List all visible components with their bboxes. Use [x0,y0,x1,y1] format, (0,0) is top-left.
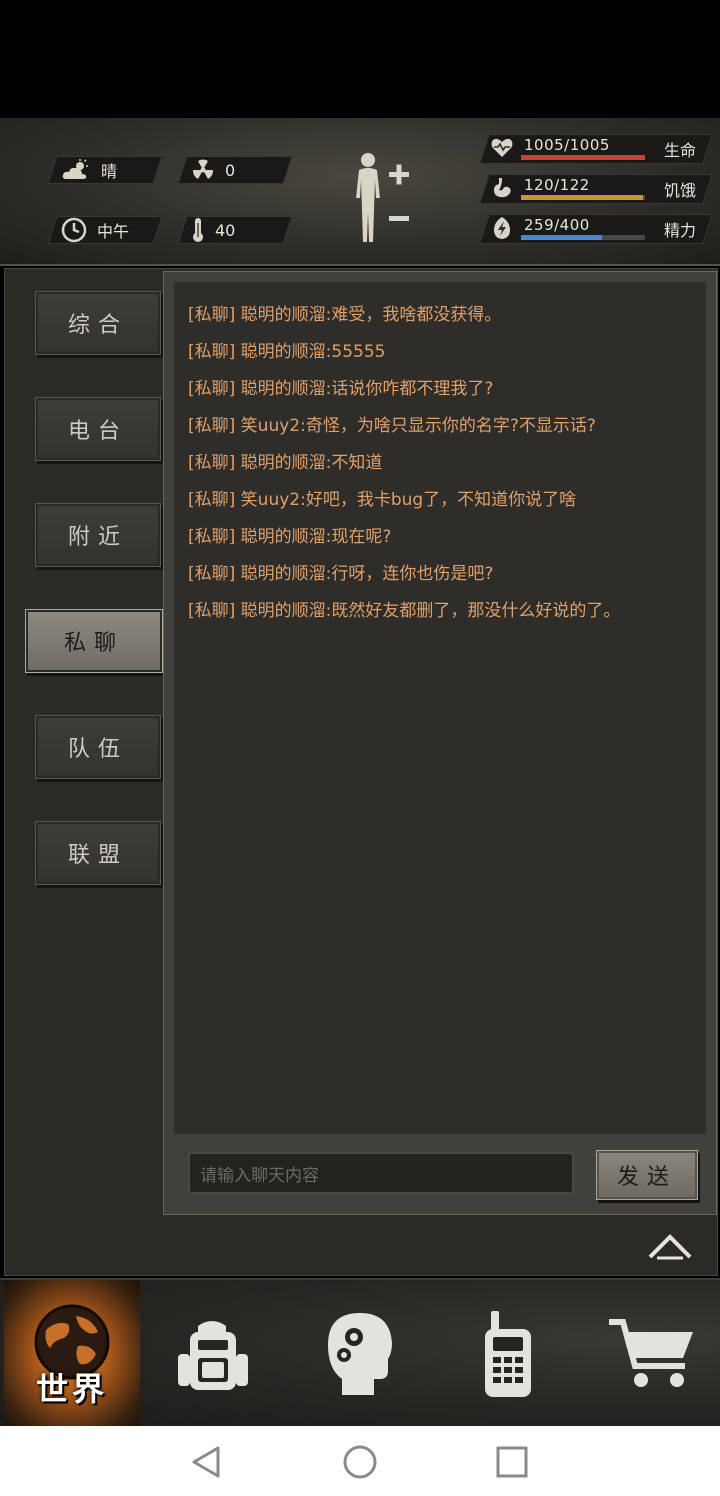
message-list[interactable]: [私聊] 聪明的顺溜:难受，我啥都没获得。 [私聊] 聪明的顺溜:55555 [… [174,282,706,1134]
tab-private[interactable]: 私聊 [25,609,163,673]
chat-message: [私聊] 笑uuy2:奇怪，为啥只显示你的名字?不显示话? [188,416,596,436]
chat-panel: [私聊] 聪明的顺溜:难受，我啥都没获得。 [私聊] 聪明的顺溜:55555 [… [163,271,717,1215]
chat-message: [私聊] 聪明的顺溜:行呀，连你也伤是吧? [188,564,494,584]
tab-label: 队伍 [67,737,128,762]
walkie-talkie-icon [485,1311,531,1397]
status-bar: 晴 0 中午 40 1005/1005 生命 120/122 饥饿 259/40… [0,118,720,266]
collapse-chevron-icon[interactable] [647,1231,693,1261]
chat-message: [私聊] 聪明的顺溜:现在呢? [188,527,392,547]
nav-radio[interactable] [438,1280,578,1428]
health-label: 生命 [663,141,696,160]
send-button-label: 发送 [616,1165,677,1190]
head-gears-icon [328,1313,392,1395]
nav-backpack[interactable] [142,1280,282,1428]
temperature-value: 40 [215,220,236,240]
temperature-chip: 40 [177,216,293,244]
stat-health: 1005/1005 生命 [479,134,713,164]
chat-message: [私聊] 聪明的顺溜:不知道 [188,453,383,473]
chat-message: [私聊] 聪明的顺溜:难受，我啥都没获得。 [188,305,502,325]
tab-label: 综合 [67,313,128,338]
cloud-sun-icon [62,159,88,179]
energy-icon [494,217,510,239]
tab-radio[interactable]: 电台 [35,397,161,461]
hunger-bar [521,195,645,200]
health-bar [521,155,645,160]
send-button[interactable]: 发送 [596,1150,698,1200]
body-status-icon[interactable] [346,150,416,250]
chat-message: [私聊] 聪明的顺溜:55555 [188,342,386,362]
health-bar-fill [521,155,645,160]
chat-window: 综合 电台 附近 私聊 队伍 联盟 [私聊] 聪明的顺溜:难受，我啥都没获得。 … [4,268,718,1276]
nav-world-label: 世界 [35,1370,108,1408]
tab-team[interactable]: 队伍 [35,715,161,779]
home-icon[interactable] [340,1442,380,1482]
bottom-nav: 世界 [0,1278,720,1428]
stat-energy: 259/400 精力 [479,214,713,244]
hunger-value: 120/122 [524,176,590,194]
chat-input-placeholder: 请输入聊天内容 [200,1165,319,1186]
health-value: 1005/1005 [524,136,610,154]
heart-icon [491,138,513,157]
recent-apps-icon[interactable] [492,1442,532,1482]
backpack-icon [178,1321,248,1390]
tab-general[interactable]: 综合 [35,291,161,355]
tab-label: 附近 [67,525,128,550]
radiation-value: 0 [225,160,236,180]
radiation-icon [192,159,214,179]
weather-chip: 晴 [47,156,163,184]
back-icon[interactable] [186,1442,226,1482]
energy-value: 259/400 [524,216,590,234]
chat-message: [私聊] 聪明的顺溜:既然好友都删了，那没什么好说的了。 [188,601,621,621]
tab-label: 私聊 [63,631,124,656]
tab-alliance[interactable]: 联盟 [35,821,161,885]
system-navigation-bar [0,1426,720,1496]
hunger-bar-fill [521,195,643,200]
thermometer-icon [193,218,203,242]
energy-bar-fill [521,235,602,240]
tab-label: 电台 [67,419,128,444]
time-chip: 中午 [47,216,163,244]
chat-input[interactable]: 请输入聊天内容 [188,1152,574,1194]
energy-label: 精力 [663,221,696,240]
time-label: 中午 [97,222,130,241]
stat-hunger: 120/122 饥饿 [479,174,713,204]
weather-label: 晴 [101,162,118,181]
chat-message: [私聊] 聪明的顺溜:话说你咋都不理我了? [188,379,494,399]
tab-label: 联盟 [67,843,128,868]
radiation-chip: 0 [177,156,293,184]
nav-shop[interactable] [582,1280,720,1428]
tab-nearby[interactable]: 附近 [35,503,161,567]
clock-icon [61,217,87,243]
nav-skills[interactable] [290,1280,430,1428]
energy-bar [521,235,645,240]
chat-message: [私聊] 笑uuy2:好吧，我卡bug了，不知道你说了啥 [188,490,577,510]
stomach-icon [494,178,511,198]
cart-icon [609,1319,693,1387]
hunger-label: 饥饿 [663,181,696,200]
nav-world[interactable]: 世界 [4,1280,140,1428]
